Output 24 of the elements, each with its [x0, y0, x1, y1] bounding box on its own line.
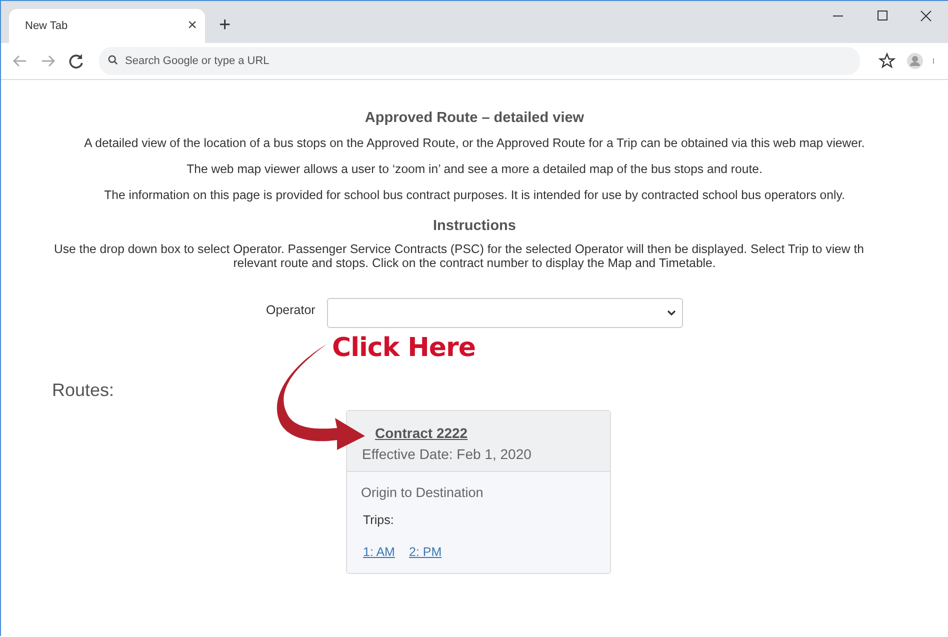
description-text: A detailed view of the location of a bus stops on the Approved Route, or the Approved Route for a Trip can be obtained via this web map viewer.: [83, 136, 866, 150]
route-endpoints: Origin to Destination: [361, 485, 484, 500]
operator-label: Operator: [266, 302, 316, 319]
effective-date: Effective Date: Feb 1, 2020: [362, 446, 532, 462]
operator-dropdown[interactable]: [327, 298, 684, 328]
profile-icon[interactable]: [904, 50, 926, 72]
description-text: The information on this page is provided for school bus contract purposes. It is intended for use by contracted school bus operators only.: [103, 188, 846, 202]
tab-title: New Tab: [25, 20, 69, 32]
trip-link[interactable]: 2: PM: [408, 545, 442, 559]
address-field[interactable]: Search Google or type a URL: [99, 47, 860, 75]
routes-heading: Routes:: [52, 380, 116, 401]
browser-tab[interactable]: New Tab ×: [9, 9, 205, 43]
instructions-heading: Instructions: [432, 218, 517, 234]
contract-link[interactable]: Contract 2222: [375, 425, 468, 441]
instructions-text: relevant route and stops. Click on the contract number to display the Map and Timetable.: [232, 256, 717, 270]
trips-label: Trips:: [363, 513, 395, 527]
callout-text: Click Here: [332, 333, 476, 363]
chevron-icon: [667, 310, 676, 316]
page-title: Approved Route – detailed view: [364, 109, 586, 126]
close-tab-button[interactable]: ×: [188, 17, 197, 35]
new-tab-button[interactable]: +: [219, 14, 231, 37]
description-text: The web map viewer allows a user to ‘zoom in’ and see a more a detailed map of the bus stops and route.: [186, 162, 764, 176]
trip-link[interactable]: 1: AM: [363, 545, 395, 559]
instructions-text: Use the drop down box to select Operator. Passenger Service Contracts (PSC) for the selected Operator will then be displayed. Select Trip to view th: [53, 242, 865, 256]
